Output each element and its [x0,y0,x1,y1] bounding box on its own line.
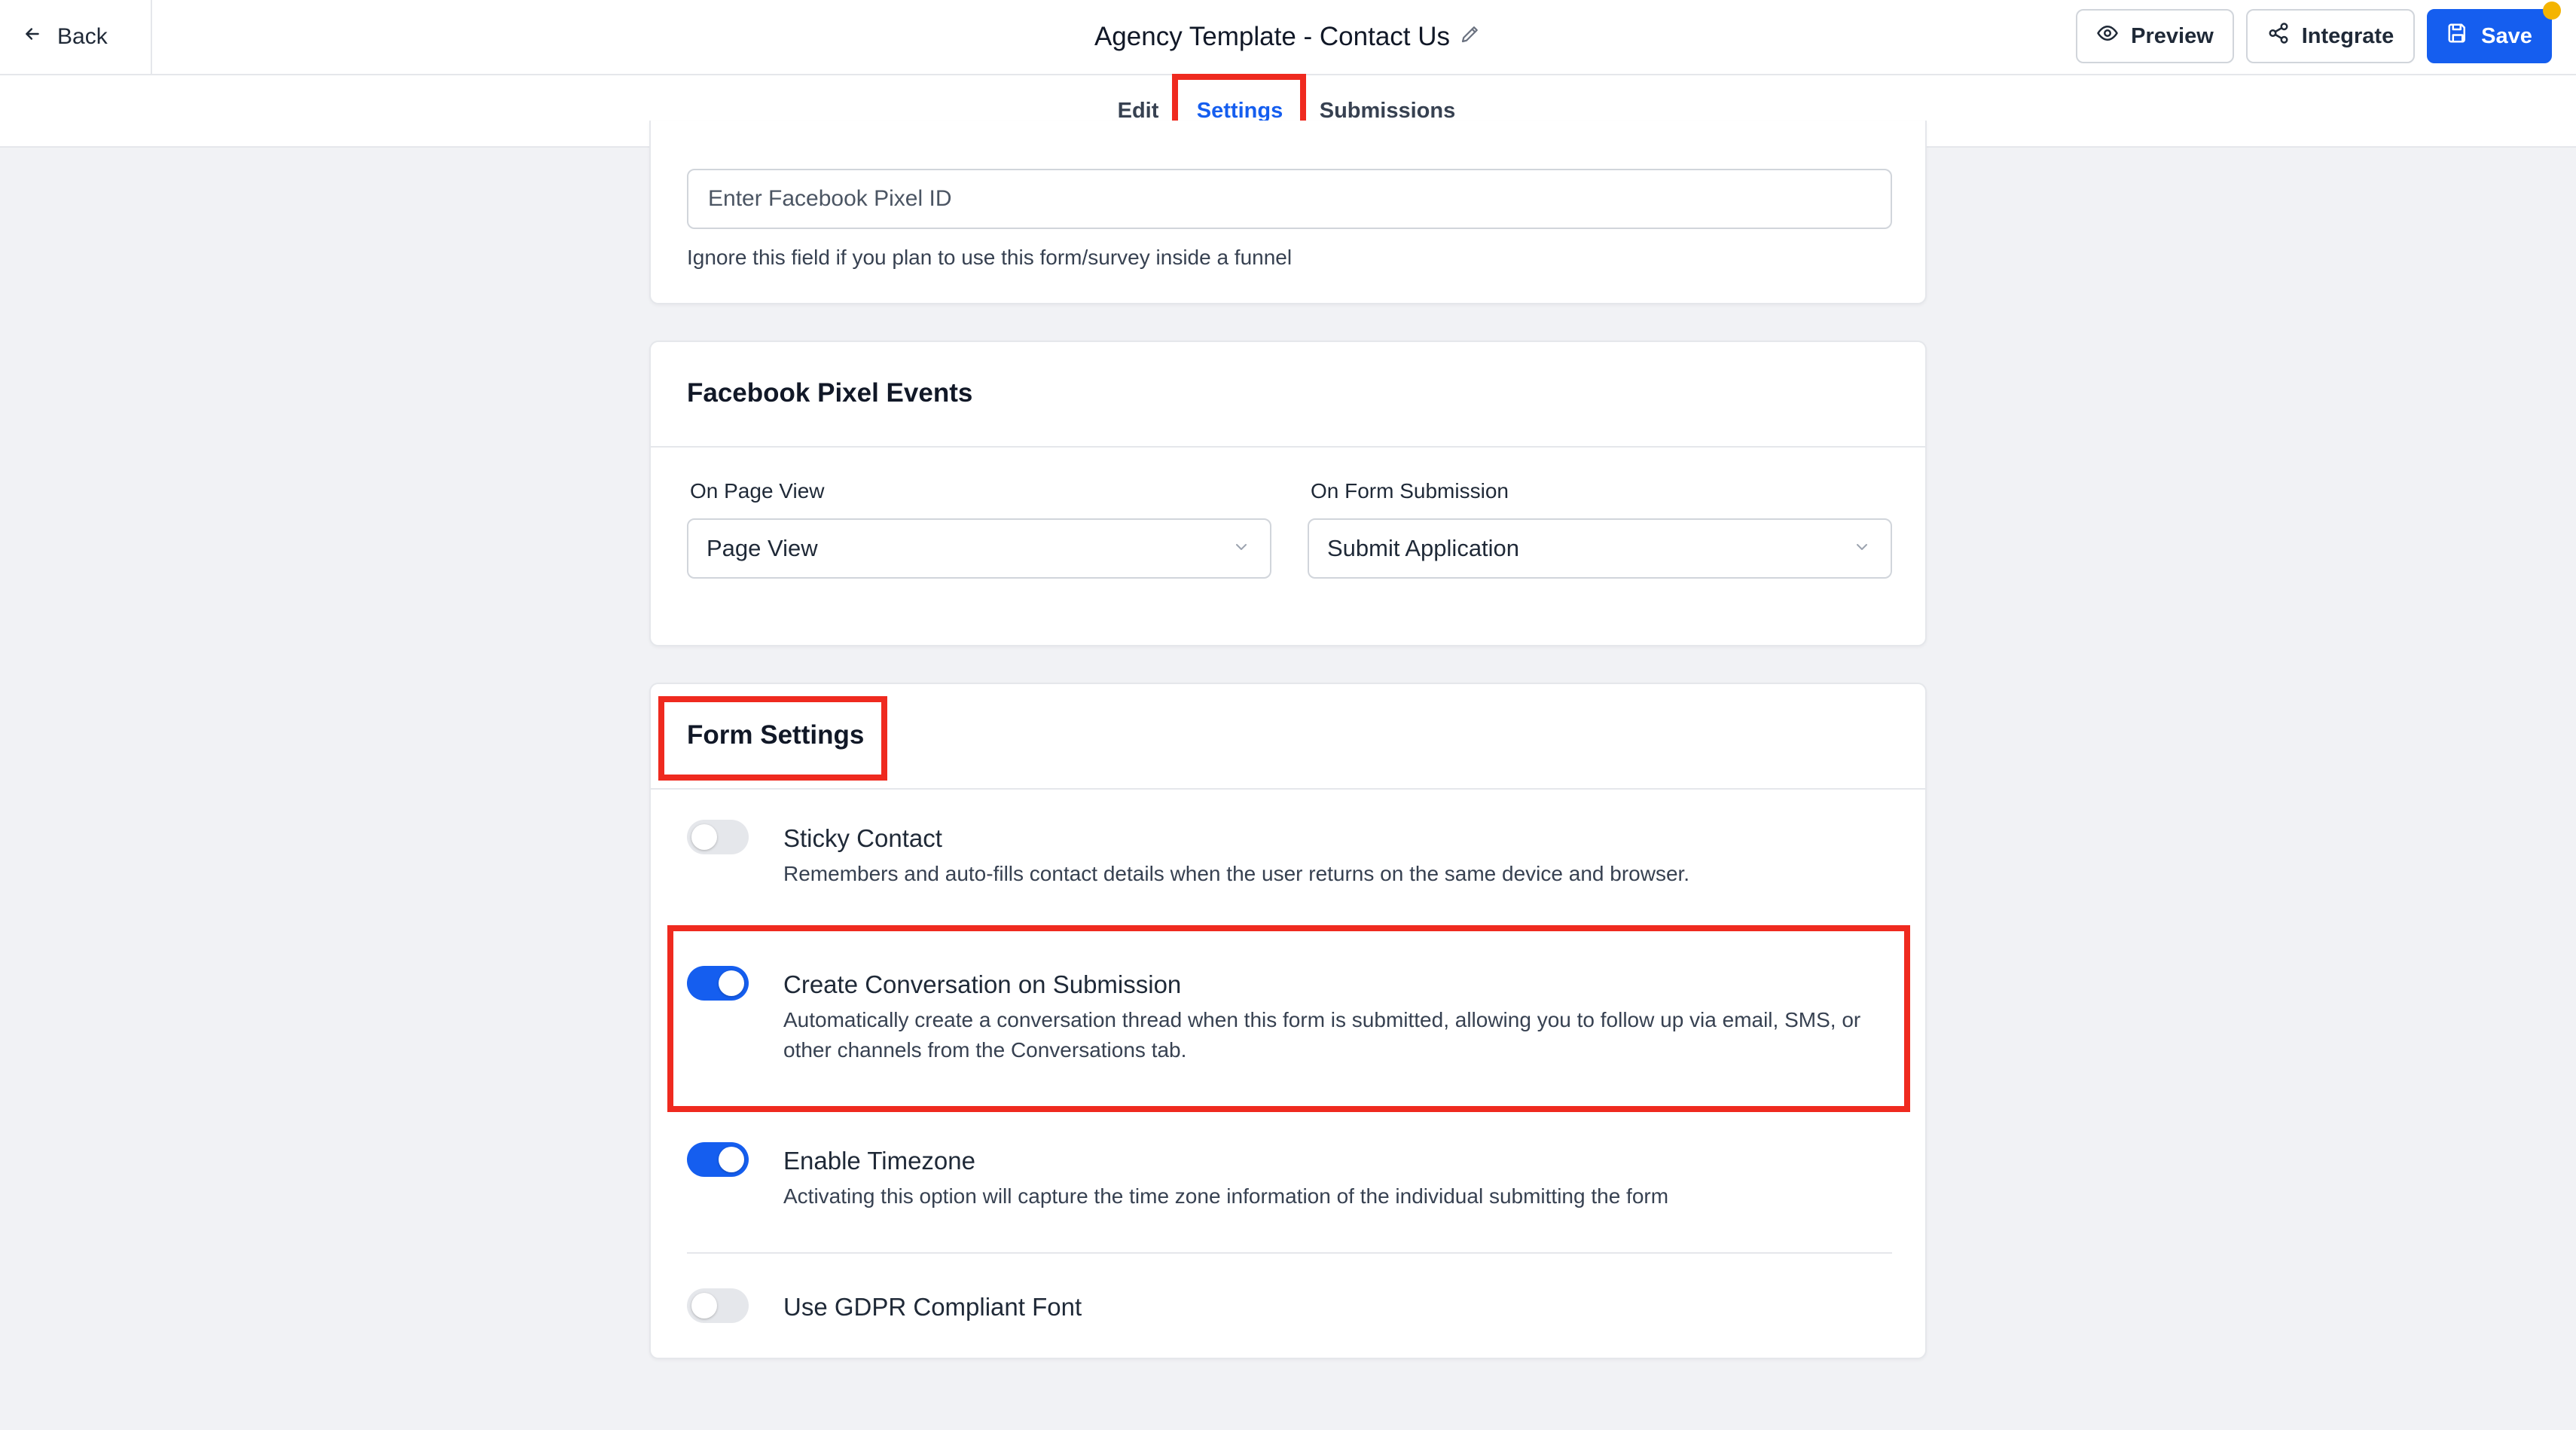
floppy-disk-icon [2446,22,2469,50]
integrate-label: Integrate [2301,23,2394,48]
preview-label: Preview [2131,23,2214,48]
save-label: Save [2481,23,2532,48]
pencil-icon[interactable] [1459,22,1482,52]
page-view-select[interactable]: Page View [687,518,1271,579]
option-description: Activating this option will capture the … [783,1184,1669,1208]
back-button[interactable]: Back [23,0,152,74]
eye-icon [2096,22,2119,50]
notification-dot [2543,2,2561,20]
top-bar: Back Agency Template - Contact Us Previe… [0,0,2576,75]
form-settings-title: Form Settings [687,720,865,750]
share-icon [2267,22,2290,50]
enable-timezone-toggle[interactable] [687,1142,749,1177]
option-description: Remembers and auto-fills contact details… [783,862,1690,885]
chevron-down-icon [1232,535,1250,562]
form-submission-value: Submit Application [1327,535,1520,561]
pixel-id-card: Enter Facebook Pixel ID Ignore this fiel… [649,121,1927,304]
page-title: Agency Template - Contact Us [979,0,1597,74]
integrate-button[interactable]: Integrate [2246,9,2415,63]
form-submission-label: On Form Submission [1311,479,1509,503]
option-description: Automatically create a conversation thre… [783,1008,1861,1062]
form-submission-select[interactable]: Submit Application [1308,518,1892,579]
form-settings-card: Form Settings Sticky Contact Remembers a… [649,683,1927,1359]
page-view-value: Page View [707,535,818,561]
divider [651,446,1925,448]
gdpr-font-toggle[interactable] [687,1288,749,1323]
page-view-label: On Page View [690,479,825,503]
arrow-left-icon [23,24,42,50]
option-title: Create Conversation on Submission [783,970,1182,998]
chevron-down-icon [1853,535,1871,562]
create-conversation-toggle[interactable] [687,966,749,1001]
pixel-id-hint: Ignore this field if you plan to use thi… [687,246,1293,269]
toggle-knob [719,1147,744,1172]
divider [687,1252,1892,1254]
toggle-knob [719,970,744,996]
option-title: Enable Timezone [783,1147,975,1175]
preview-button[interactable]: Preview [2076,9,2234,63]
toggle-knob [691,824,717,850]
divider [651,788,1925,790]
back-label: Back [57,24,108,49]
pixel-id-input[interactable]: Enter Facebook Pixel ID [687,169,1892,229]
sticky-contact-toggle[interactable] [687,820,749,854]
toggle-knob [691,1293,717,1318]
save-button[interactable]: Save [2427,9,2552,63]
divider [151,0,152,74]
option-title: Use GDPR Compliant Font [783,1293,1082,1321]
pixel-events-title: Facebook Pixel Events [687,378,973,408]
option-title: Sticky Contact [783,824,942,852]
pixel-events-card: Facebook Pixel Events On Page View Page … [649,341,1927,646]
form-title: Agency Template - Contact Us [1094,22,1451,51]
